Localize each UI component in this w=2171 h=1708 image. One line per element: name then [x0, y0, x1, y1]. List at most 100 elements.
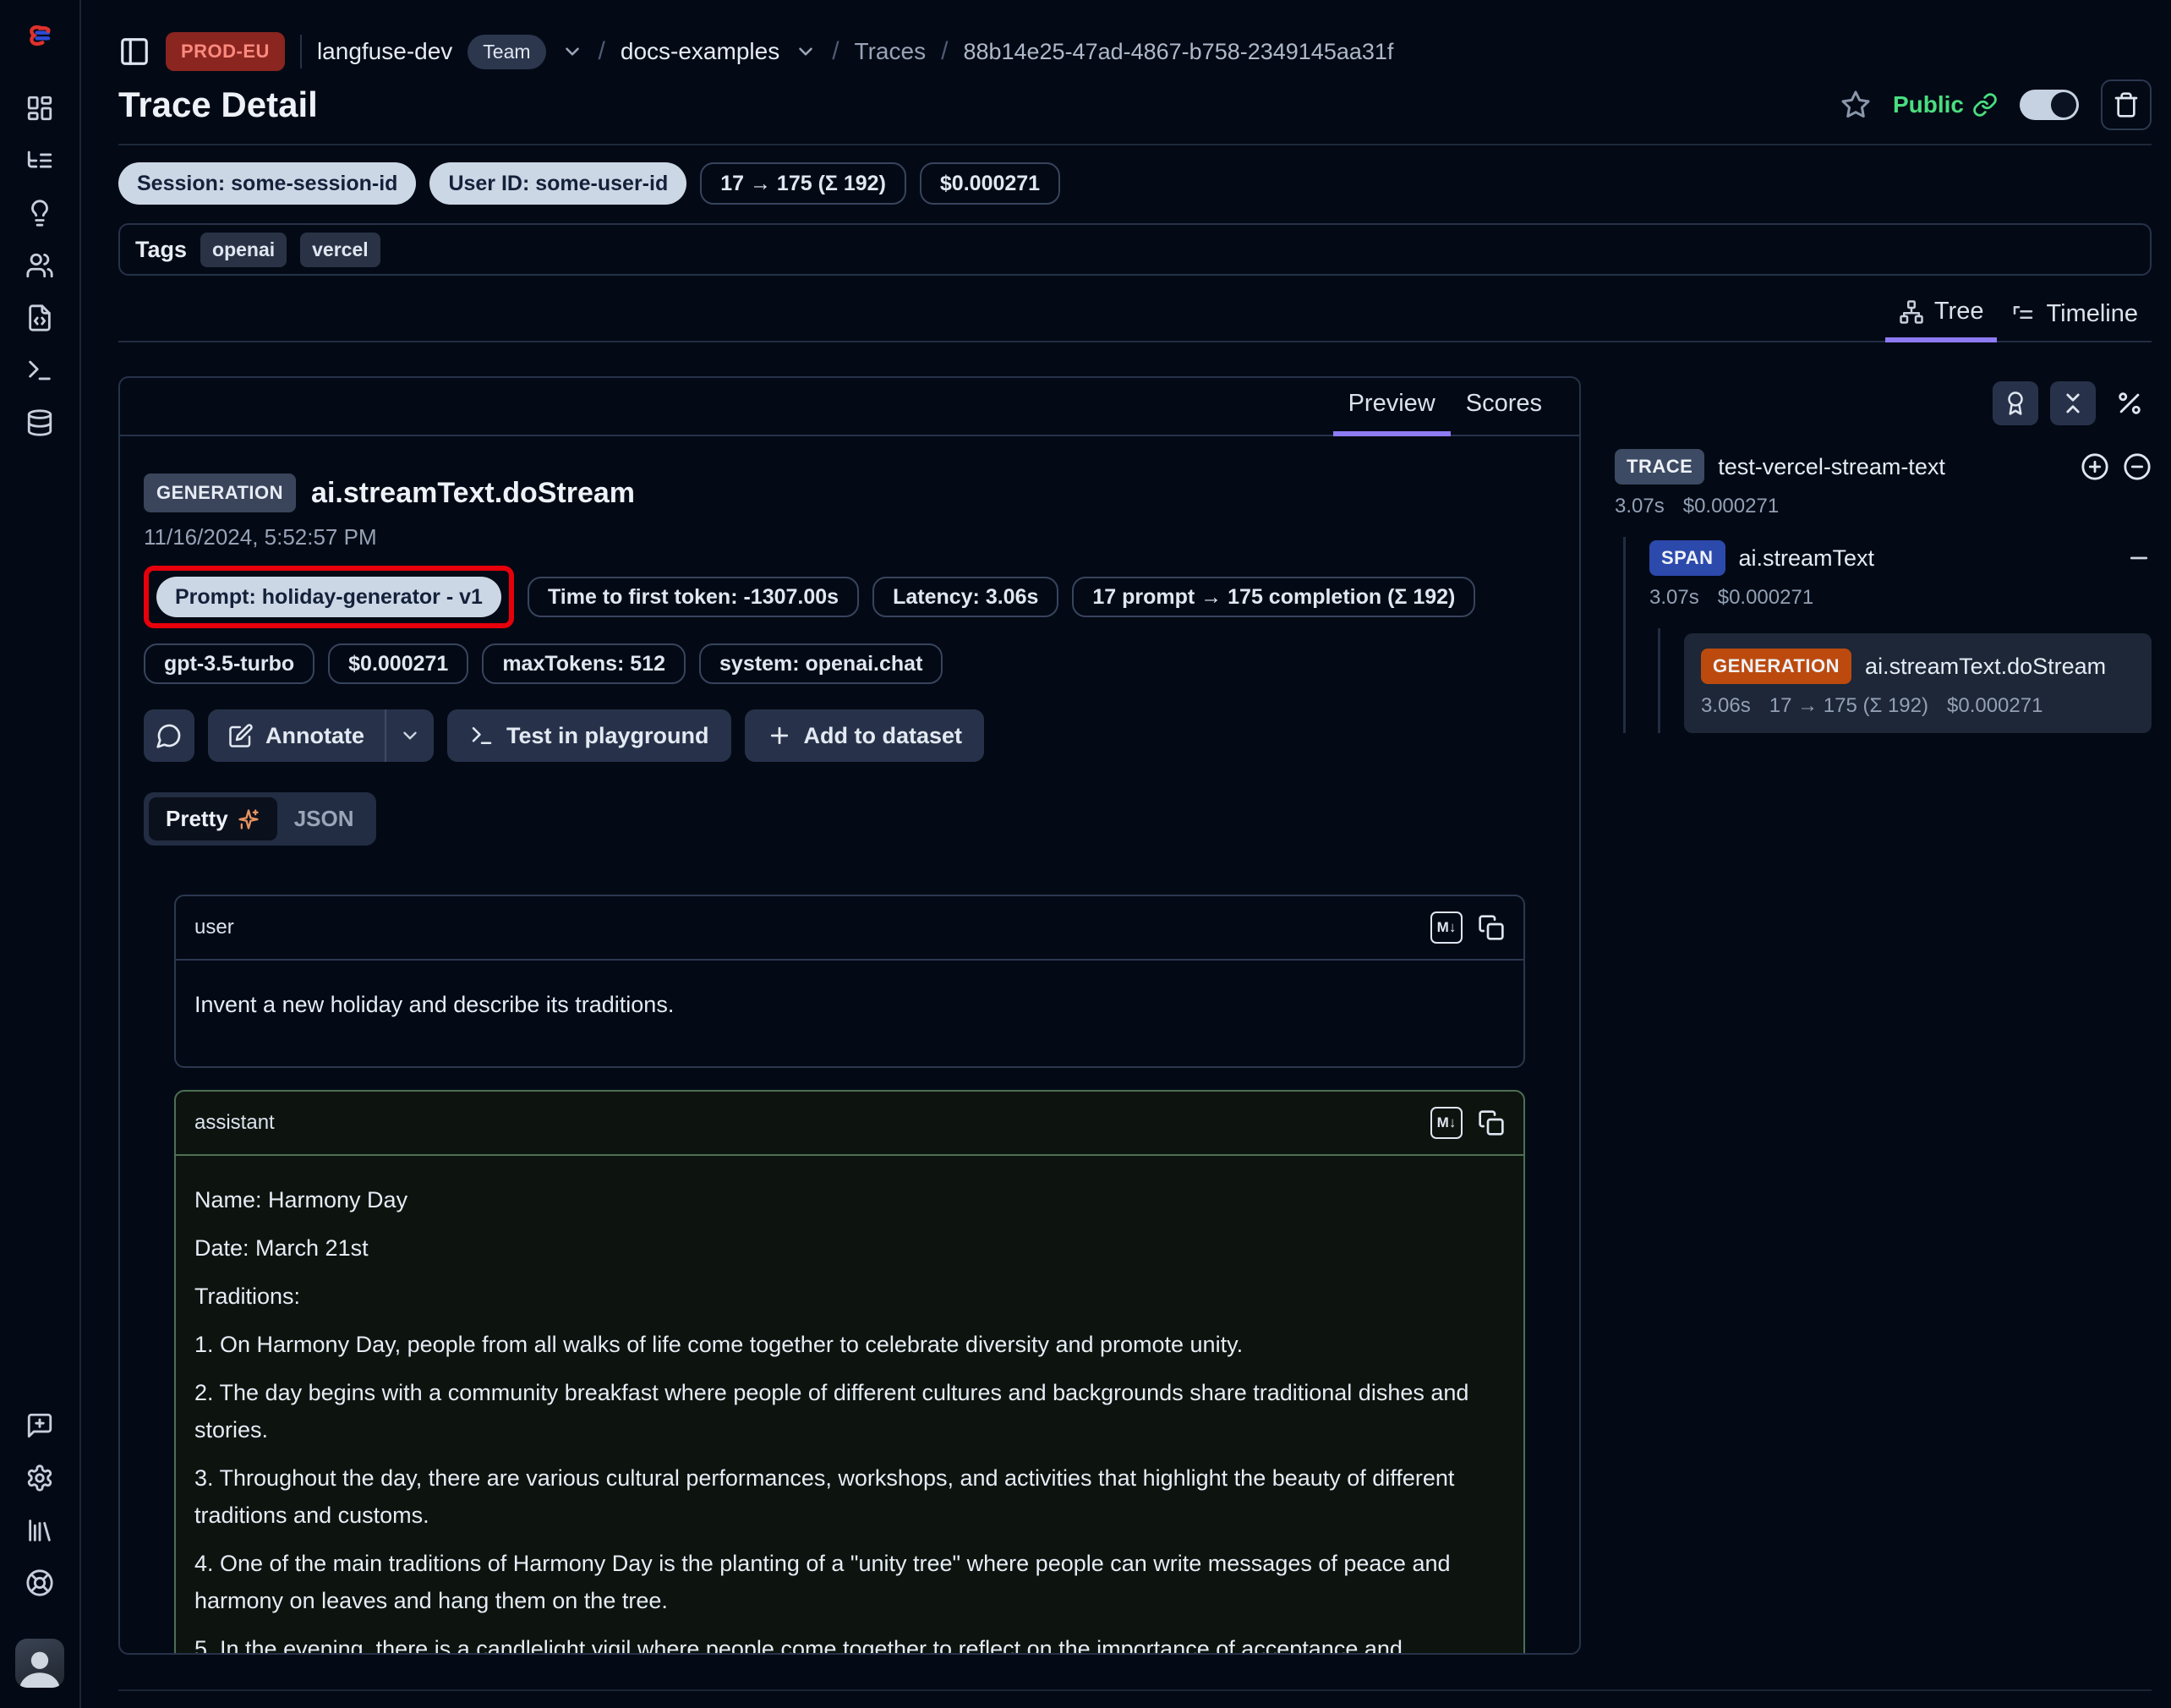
- tree-actions: [1615, 381, 2152, 425]
- breadcrumb-traces[interactable]: Traces: [855, 38, 927, 65]
- tags-label: Tags: [135, 237, 187, 263]
- org-chevron-down-icon[interactable]: [561, 41, 583, 63]
- assistant-role-label: assistant: [194, 1111, 275, 1135]
- tags-container: Tags openai vercel: [118, 223, 2152, 276]
- user-avatar[interactable]: [15, 1639, 64, 1688]
- share-link-icon: [1972, 92, 1998, 118]
- span-latency: 3.07s: [1649, 586, 1699, 610]
- trace-node-row[interactable]: TRACE test-vercel-stream-text: [1615, 449, 2152, 484]
- generation-stats: 3.06s 17 → 175 (Σ 192) $0.000271: [1701, 694, 2135, 718]
- prompt-completion-badge: 17 prompt → 175 completion (Σ 192): [1072, 577, 1475, 617]
- annotate-button[interactable]: Annotate: [208, 709, 385, 762]
- pretty-toggle[interactable]: Pretty: [149, 797, 277, 840]
- collapse-all-button[interactable]: [2050, 381, 2096, 425]
- user-id-badge[interactable]: User ID: some-user-id: [429, 162, 686, 205]
- file-code-icon[interactable]: [23, 301, 57, 335]
- workspace: Preview Scores GENERATION ai.streamText.…: [118, 376, 2152, 1655]
- observation-badges-row1: Prompt: holiday-generator - v1 Time to f…: [144, 566, 1556, 628]
- tag-openai[interactable]: openai: [200, 233, 287, 267]
- trace-children: SPAN ai.streamText 3.07s $0.000271: [1623, 537, 2152, 733]
- project-chevron-down-icon[interactable]: [795, 41, 817, 63]
- tab-tree[interactable]: Tree: [1885, 298, 1998, 342]
- tab-timeline[interactable]: Timeline: [1997, 298, 2152, 342]
- span-cost: $0.000271: [1718, 586, 1813, 610]
- panel-tabs: Preview Scores: [120, 378, 1579, 436]
- docs-library-icon[interactable]: [23, 1514, 57, 1547]
- public-link[interactable]: Public: [1893, 91, 1998, 118]
- observation-timestamp: 11/16/2024, 5:52:57 PM: [144, 524, 1556, 550]
- page-title: Trace Detail: [118, 85, 318, 125]
- tag-vercel[interactable]: vercel: [300, 233, 380, 267]
- panel-body: GENERATION ai.streamText.doStream 11/16/…: [120, 436, 1579, 1653]
- pretty-label: Pretty: [166, 806, 228, 832]
- support-lifebuoy-icon[interactable]: [23, 1566, 57, 1600]
- sparkles-icon: [237, 807, 260, 831]
- annotate-label: Annotate: [265, 723, 364, 749]
- generation-node-row[interactable]: GENERATION ai.streamText.doStream 3.06s …: [1684, 633, 2152, 733]
- prompts-lightbulb-icon[interactable]: [23, 196, 57, 230]
- tab-scores[interactable]: Scores: [1451, 378, 1557, 436]
- playground-terminal-icon[interactable]: [23, 353, 57, 387]
- timeline-icon: [2010, 302, 2036, 327]
- title-row: Trace Detail Public: [118, 79, 2152, 130]
- dashboard-icon[interactable]: [23, 91, 57, 125]
- trace-name: test-vercel-stream-text: [1718, 454, 1945, 480]
- breadcrumb-separator: /: [941, 37, 948, 66]
- tab-preview[interactable]: Preview: [1333, 378, 1451, 436]
- app-root: PROD-EU langfuse-dev Team / docs-example…: [0, 0, 2171, 1708]
- bookmark-star-icon[interactable]: [1840, 90, 1871, 120]
- copy-icon[interactable]: [1478, 914, 1505, 941]
- annotation-highlight-box: Prompt: holiday-generator - v1: [144, 566, 514, 628]
- add-to-dataset-label: Add to dataset: [804, 723, 963, 749]
- markdown-toggle-icon[interactable]: M↓: [1430, 911, 1463, 944]
- langfuse-logo-icon[interactable]: [23, 19, 57, 52]
- assistant-message-body: Name: Harmony Day Date: March 21st Tradi…: [176, 1156, 1523, 1653]
- terminal-icon: [469, 723, 495, 748]
- assistant-message-card: assistant M↓ Name: Harmony Day Dat: [174, 1090, 1525, 1653]
- delete-trace-button[interactable]: [2101, 79, 2152, 130]
- feedback-icon[interactable]: [23, 1409, 57, 1442]
- org-type-badge: Team: [468, 35, 545, 69]
- trace-cost: $0.000271: [1683, 495, 1779, 518]
- trace-tree-panel: TRACE test-vercel-stream-text 3.07: [1615, 376, 2152, 1655]
- expand-all-circle-plus-icon[interactable]: [2081, 452, 2109, 481]
- main-content: PROD-EU langfuse-dev Team / docs-example…: [81, 0, 2171, 1708]
- session-badge[interactable]: Session: some-session-id: [118, 162, 416, 205]
- datasets-database-icon[interactable]: [23, 406, 57, 440]
- markdown-toggle-icon[interactable]: M↓: [1430, 1107, 1463, 1139]
- metrics-percent-icon[interactable]: [2108, 381, 2152, 425]
- annotate-dropdown-chevron-icon[interactable]: [386, 709, 434, 762]
- assistant-line: 2. The day begins with a community break…: [194, 1374, 1505, 1448]
- assistant-message-header: assistant M↓: [176, 1092, 1523, 1154]
- prompt-badge[interactable]: Prompt: holiday-generator - v1: [156, 577, 501, 617]
- tracing-icon[interactable]: [23, 144, 57, 178]
- observation-name: ai.streamText.doStream: [311, 477, 635, 510]
- trace-tree: TRACE test-vercel-stream-text 3.07: [1615, 449, 2152, 733]
- observation-badges-row2: gpt-3.5-turbo $0.000271 maxTokens: 512 s…: [144, 643, 1556, 684]
- assistant-line: Date: March 21st: [194, 1229, 1505, 1267]
- sidebar-collapse-icon[interactable]: [118, 36, 150, 68]
- collapse-all-circle-minus-icon[interactable]: [2123, 452, 2152, 481]
- json-toggle[interactable]: JSON: [277, 797, 371, 840]
- outer-container-border: [118, 1689, 2152, 1691]
- collapse-span-minus-icon[interactable]: [2126, 545, 2152, 571]
- add-to-dataset-button[interactable]: Add to dataset: [745, 709, 985, 762]
- span-stats: 3.07s $0.000271: [1649, 586, 2152, 610]
- copy-icon[interactable]: [1478, 1109, 1505, 1136]
- annotate-split-button: Annotate: [208, 709, 434, 762]
- environment-badge[interactable]: PROD-EU: [166, 32, 285, 71]
- users-icon[interactable]: [23, 249, 57, 282]
- span-node-row[interactable]: SPAN ai.streamText: [1649, 540, 2152, 576]
- breadcrumb-org[interactable]: langfuse-dev: [317, 38, 452, 65]
- test-in-playground-label: Test in playground: [506, 723, 709, 749]
- breadcrumb-project[interactable]: docs-examples: [621, 38, 779, 65]
- comment-button[interactable]: [144, 709, 194, 762]
- annotate-award-button[interactable]: [1993, 381, 2038, 425]
- model-badge: gpt-3.5-turbo: [144, 643, 314, 684]
- settings-gear-icon[interactable]: [23, 1461, 57, 1495]
- assistant-line: 1. On Harmony Day, people from all walks…: [194, 1326, 1505, 1363]
- test-in-playground-button[interactable]: Test in playground: [447, 709, 731, 762]
- public-toggle[interactable]: [2020, 90, 2079, 120]
- generation-cost: $0.000271: [1947, 694, 2042, 718]
- sidebar-nav: [0, 0, 81, 1708]
